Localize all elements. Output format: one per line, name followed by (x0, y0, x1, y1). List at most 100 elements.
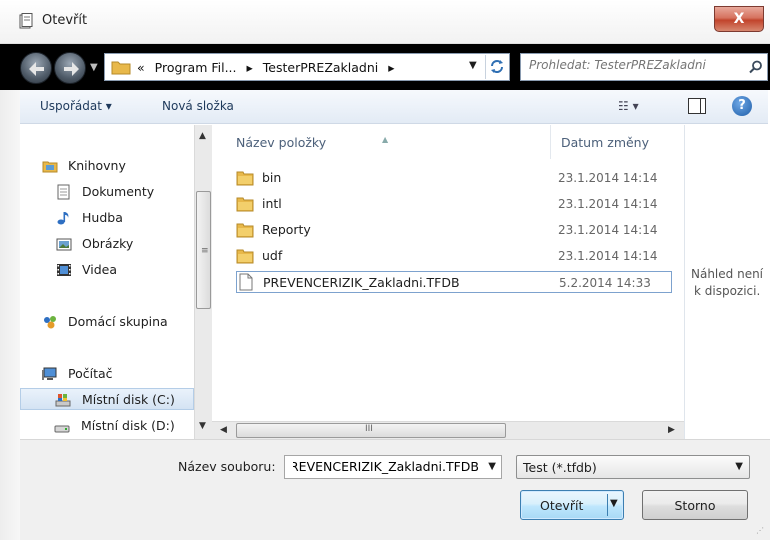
refresh-button[interactable] (485, 55, 509, 79)
preview-pane-toggle[interactable] (688, 98, 706, 114)
column-header-label: Datum změny (561, 135, 650, 150)
libraries-icon (42, 161, 58, 173)
folder-icon (236, 171, 254, 186)
back-button[interactable] (20, 52, 52, 84)
file-row-intl[interactable]: intl 23.1.2014 14:14 (236, 193, 672, 215)
preview-message-line: Náhled není (691, 267, 764, 281)
homegroup-icon (44, 316, 56, 329)
pictures-icon (56, 238, 72, 251)
open-file-icon (19, 13, 33, 29)
resize-grip-icon[interactable]: ⋰ (756, 526, 764, 535)
recent-locations-dropdown[interactable]: ▼ (90, 62, 98, 73)
videos-icon (57, 264, 71, 276)
file-name: intl (262, 196, 282, 211)
nav-item-videos[interactable]: Videa (20, 259, 194, 281)
file-name: bin (262, 170, 282, 185)
organize-button[interactable]: Uspořádat ▾ (40, 99, 112, 113)
address-bar[interactable]: « Program Fil... ▸ TesterPREZakladni ▸ ▼ (104, 53, 510, 81)
nav-item-label: Knihovny (68, 158, 126, 173)
scroll-grip-icon: III (365, 424, 373, 434)
filename-input[interactable] (293, 459, 479, 474)
nav-item-label: Místní disk (D:) (81, 418, 175, 433)
scrollbar-thumb[interactable]: ≡ (196, 191, 211, 309)
folder-icon (236, 197, 254, 212)
arrow-right-icon (64, 62, 79, 76)
file-icon (239, 273, 253, 291)
file-list-horizontal-scrollbar[interactable]: ◀ III ▶ (212, 421, 684, 439)
change-view-button[interactable]: ☷ ▾ (618, 99, 639, 113)
scroll-grip-icon: ≡ (201, 246, 209, 256)
breadcrumb-separator[interactable]: ▸ (388, 60, 394, 75)
search-icon[interactable] (749, 60, 763, 74)
chevron-down-icon: ▼ (735, 461, 743, 472)
scroll-up-arrow-icon[interactable]: ▲ (199, 131, 206, 141)
filename-combobox[interactable]: ▼ (284, 455, 502, 479)
breadcrumb-separator[interactable]: ▸ (247, 60, 253, 75)
nav-item-label: Videa (82, 262, 118, 277)
breadcrumb-overflow[interactable]: « (137, 60, 145, 75)
folder-icon (236, 223, 254, 238)
preview-pane-icon (700, 99, 701, 113)
breadcrumb-program-files[interactable]: Program Fil... (155, 60, 237, 75)
help-button[interactable]: ? (732, 96, 752, 116)
search-box[interactable] (520, 53, 768, 81)
file-date: 23.1.2014 14:14 (558, 249, 658, 263)
preview-message-line: k dispozici. (694, 284, 761, 298)
nav-item-computer[interactable]: Počítač (20, 363, 194, 385)
cancel-button-label: Storno (674, 498, 716, 513)
nav-item-drive-c[interactable]: Místní disk (C:) (20, 388, 194, 410)
breadcrumb: « Program Fil... ▸ TesterPREZakladni ▸ (137, 60, 401, 75)
scroll-down-arrow-icon[interactable]: ▼ (199, 421, 206, 431)
close-button[interactable]: X (714, 6, 764, 32)
forward-button[interactable] (54, 52, 86, 84)
nav-item-label: Dokumenty (82, 184, 155, 199)
breadcrumb-tester[interactable]: TesterPREZakladni (263, 60, 379, 75)
folder-icon (111, 61, 131, 75)
nav-item-label: Domácí skupina (68, 314, 168, 329)
nav-item-documents[interactable]: Dokumenty (20, 181, 194, 203)
nav-item-libraries[interactable]: Knihovny (20, 155, 194, 177)
scrollbar-thumb[interactable]: III (236, 423, 506, 438)
file-type-select[interactable]: Test (*.tfdb) ▼ (516, 455, 750, 479)
nav-item-label: Místní disk (C:) (82, 392, 175, 407)
file-date: 23.1.2014 14:14 (558, 171, 658, 185)
file-row-tfdb[interactable]: PREVENCERIZIK_Zakladni.TFDB 5.2.2014 14:… (236, 271, 672, 293)
nav-item-music[interactable]: Hudba (20, 207, 194, 229)
new-folder-button[interactable]: Nová složka (162, 99, 234, 113)
documents-icon (57, 184, 70, 200)
preview-pane: Náhled není k dispozici. (684, 125, 770, 439)
chevron-down-icon[interactable]: ▼ (488, 461, 496, 472)
nav-item-homegroup[interactable]: Domácí skupina (20, 311, 194, 333)
file-list: ▲ Název položky Datum změny bin 23.1.201… (212, 125, 684, 421)
title-bar: Otevřít X (0, 0, 770, 44)
filename-label: Název souboru: (178, 459, 276, 474)
window-frame-lower (0, 90, 20, 540)
nav-item-label: Hudba (82, 210, 123, 225)
cancel-button[interactable]: Storno (642, 490, 748, 520)
column-header-label: Název položky (236, 135, 327, 150)
scroll-right-arrow-icon[interactable]: ▶ (668, 425, 675, 435)
file-name: PREVENCERIZIK_Zakladni.TFDB (263, 275, 460, 290)
file-name: udf (262, 248, 283, 263)
nav-item-pictures[interactable]: Obrázky (20, 233, 194, 255)
nav-item-drive-d[interactable]: Místní disk (D:) (20, 415, 194, 437)
open-button[interactable]: Otevřít ▼ (520, 490, 624, 520)
file-row-reporty[interactable]: Reporty 23.1.2014 14:14 (236, 219, 672, 241)
window-title: Otevřít (42, 13, 88, 28)
nav-item-label: Počítač (68, 366, 113, 381)
column-header-date[interactable]: Datum změny (550, 125, 684, 159)
file-name: Reporty (262, 222, 311, 237)
file-row-bin[interactable]: bin 23.1.2014 14:14 (236, 167, 672, 189)
dialog-footer: Název souboru: ▼ Test (*.tfdb) ▼ Otevřít… (20, 439, 770, 540)
file-row-udf[interactable]: udf 23.1.2014 14:14 (236, 245, 672, 267)
scroll-left-arrow-icon[interactable]: ◀ (220, 425, 227, 435)
address-dropdown[interactable]: ▼ (469, 60, 477, 71)
navigation-scrollbar[interactable]: ▲ ≡ ▼ (194, 125, 212, 439)
file-type-value: Test (*.tfdb) (523, 460, 597, 475)
column-header-name[interactable]: ▲ Název položky (212, 125, 550, 159)
open-options-chevron-icon[interactable]: ▼ (610, 498, 618, 509)
arrow-left-icon (29, 62, 44, 76)
sort-ascending-icon: ▲ (382, 135, 389, 144)
search-input[interactable] (529, 58, 739, 72)
file-date: 23.1.2014 14:14 (558, 197, 658, 211)
